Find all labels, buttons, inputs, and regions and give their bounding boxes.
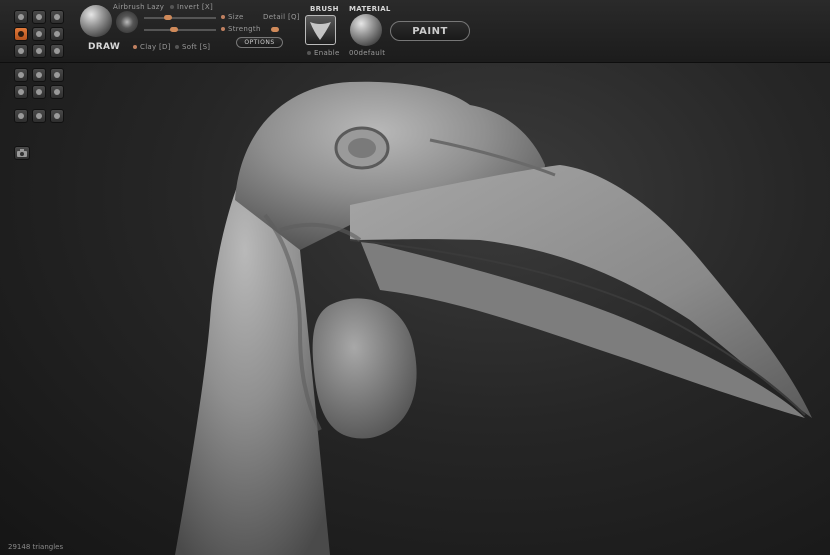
pinch-brush-button[interactable] — [32, 44, 46, 58]
brush-header: BRUSH — [310, 5, 339, 13]
draw-brush-icon — [18, 31, 24, 37]
soft-text: Soft [S] — [182, 43, 211, 51]
pinch-brush-icon — [36, 48, 42, 54]
brush-enable-text: Enable — [314, 49, 340, 57]
strength-text: Strength — [228, 25, 261, 33]
size-slider-track[interactable] — [144, 17, 216, 19]
flatten-brush-icon — [54, 48, 60, 54]
brush-enable-toggle[interactable]: Enable — [307, 49, 340, 57]
brush-enable-radio-icon — [307, 51, 311, 55]
size-dot-icon — [221, 15, 225, 19]
sculpt-tool-button[interactable] — [14, 10, 28, 24]
strength-label: Strength — [221, 25, 261, 33]
inflate-brush-button[interactable] — [14, 44, 28, 58]
strength-slider-track[interactable] — [144, 29, 216, 31]
crop-tool-button[interactable] — [50, 10, 64, 24]
bird-head-model — [175, 81, 812, 555]
bird-eye — [348, 138, 376, 158]
material-header: MATERIAL — [349, 5, 391, 13]
move-tool-button[interactable] — [50, 27, 64, 41]
strength-dot-icon — [221, 27, 225, 31]
stroke-preview[interactable] — [116, 11, 138, 33]
inflate-brush-icon — [18, 48, 24, 54]
brush-alpha-icon — [310, 22, 331, 40]
smooth-brush-button[interactable] — [32, 27, 46, 41]
invert-toggle[interactable]: Invert [X] — [170, 3, 213, 11]
tool-name: DRAW — [88, 42, 121, 52]
rotate-tool-button[interactable] — [32, 10, 46, 24]
tool-preview-draw[interactable] — [80, 5, 112, 37]
paint-button[interactable]: PAINT — [390, 21, 470, 41]
top-toolbar: DRAW Airbrush Lazy Invert [X] Size Stren… — [0, 0, 830, 123]
airbrush-toggle[interactable]: Airbrush — [113, 3, 145, 11]
options-button[interactable]: OPTIONS — [236, 37, 283, 48]
clay-text: Clay [D] — [140, 43, 171, 51]
invert-label: Invert [X] — [177, 3, 214, 11]
strength-slider-handle[interactable] — [170, 27, 178, 32]
soft-toggle[interactable]: Soft [S] — [175, 43, 210, 51]
smooth-brush-icon — [36, 31, 42, 37]
material-preview[interactable] — [350, 14, 382, 46]
soft-radio-icon — [175, 45, 179, 49]
brush-selector[interactable] — [305, 15, 336, 45]
move-tool-icon — [54, 31, 60, 37]
detail-label: Detail [Q] — [263, 13, 300, 21]
crop-tool-icon — [54, 14, 60, 20]
rotate-tool-icon — [36, 14, 42, 20]
invert-radio-icon — [170, 5, 174, 9]
detail-slider-handle[interactable] — [271, 27, 279, 32]
size-text: Size — [228, 13, 244, 21]
lazy-toggle[interactable]: Lazy — [147, 3, 164, 11]
flatten-brush-button[interactable] — [50, 44, 64, 58]
material-name: 00default — [349, 49, 386, 57]
sculpt-viewport[interactable] — [0, 62, 830, 555]
draw-brush-button[interactable] — [14, 27, 28, 41]
sculpt-tool-icon — [18, 14, 24, 20]
clay-radio-icon — [133, 45, 137, 49]
triangle-count: 29148 triangles — [8, 543, 64, 551]
size-label: Size — [221, 13, 244, 21]
throat-pouch — [312, 298, 417, 439]
size-slider-handle[interactable] — [164, 15, 172, 20]
clay-toggle[interactable]: Clay [D] — [133, 43, 171, 51]
